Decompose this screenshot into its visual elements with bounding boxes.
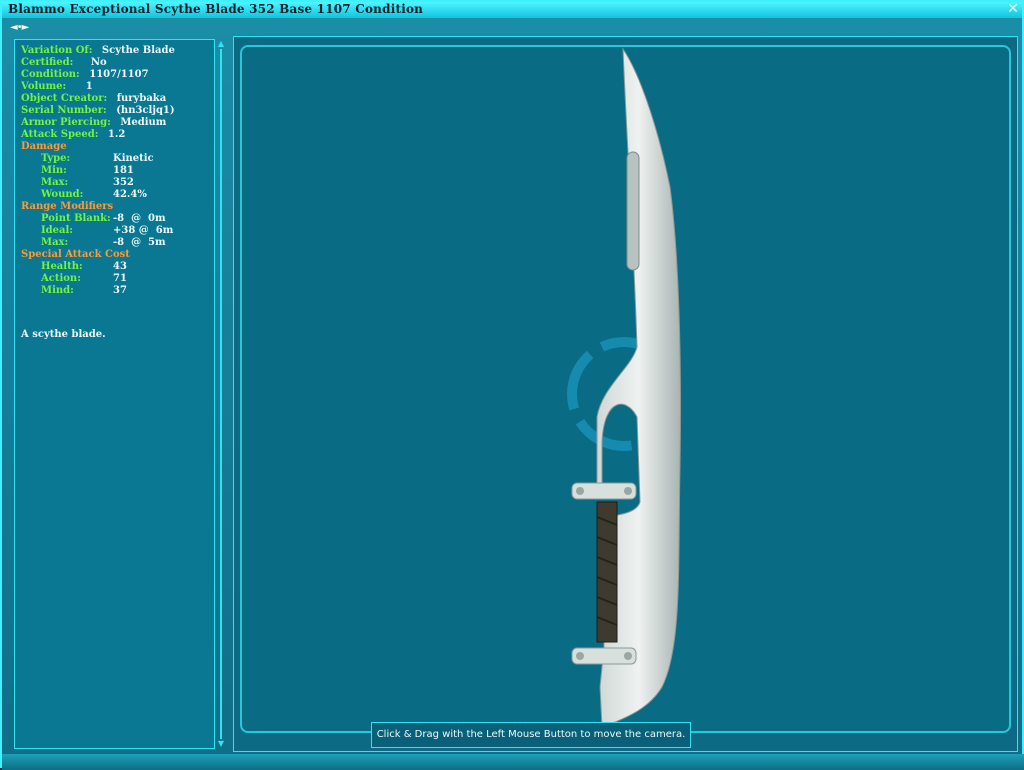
scroll-up-icon[interactable]: ▲ xyxy=(216,39,226,49)
attr-label: Max: xyxy=(41,237,69,248)
close-icon[interactable]: ✕ xyxy=(1006,2,1020,16)
model-viewer[interactable] xyxy=(240,45,1011,733)
attr-value: 37 xyxy=(113,285,127,296)
scythe-blade-model xyxy=(567,47,682,728)
scroll-down-icon[interactable]: ▼ xyxy=(216,739,226,749)
attr-value: -8 @ 0m xyxy=(113,213,166,224)
attr-cost-mind: Mind: 37 xyxy=(21,285,175,297)
attr-value: Scythe Blade xyxy=(101,45,175,56)
attr-value: +38 @ 6m xyxy=(113,225,174,236)
attr-volume: Volume: 1 xyxy=(21,81,175,93)
attr-condition: Condition: 1107/1107 xyxy=(21,69,175,81)
section-damage: Damage xyxy=(21,141,175,153)
attr-cost-action: Action: 71 xyxy=(21,273,175,285)
attr-label: Ideal: xyxy=(41,225,74,236)
attr-value: furybaka xyxy=(116,93,167,104)
attr-damage-min: Min: 181 xyxy=(21,165,175,177)
attr-value: 42.4% xyxy=(113,189,147,200)
attr-label: Min: xyxy=(41,165,67,176)
attr-label: Condition: xyxy=(21,69,80,80)
attr-label: Point Blank: xyxy=(41,213,111,224)
attr-damage-wound: Wound: 42.4% xyxy=(21,189,175,201)
attr-value: 71 xyxy=(113,273,127,284)
attr-label: Mind: xyxy=(41,285,74,296)
attr-value: 1107/1107 xyxy=(89,69,149,80)
item-description: A scythe blade. xyxy=(21,329,106,340)
attr-armor-piercing: Armor Piercing: Medium xyxy=(21,117,175,129)
attr-label: Certified: xyxy=(21,57,74,68)
section-range-modifiers: Range Modifiers xyxy=(21,201,175,213)
camera-hint-tooltip: Click & Drag with the Left Mouse Button … xyxy=(371,722,691,748)
attr-label: Action: xyxy=(41,273,81,284)
attr-attack-speed: Attack Speed: 1.2 xyxy=(21,129,175,141)
attr-label: Volume: xyxy=(21,81,67,92)
attr-range-point-blank: Point Blank: -8 @ 0m xyxy=(21,213,175,225)
attr-serial-number: Serial Number: (hn3cljq1) xyxy=(21,105,175,117)
nav-arrows-icon[interactable]: ◄•► xyxy=(10,22,42,34)
attr-value: -8 @ 5m xyxy=(113,237,166,248)
attr-label: Armor Piercing: xyxy=(21,117,111,128)
section-special-attack-cost: Special Attack Cost xyxy=(21,249,175,261)
attr-label: Attack Speed: xyxy=(21,129,99,140)
attr-value: Kinetic xyxy=(113,153,154,164)
attr-value: (hn3cljq1) xyxy=(116,105,175,116)
attr-range-ideal: Ideal: +38 @ 6m xyxy=(21,225,175,237)
attr-label: Health: xyxy=(41,261,83,272)
attr-damage-max: Max: 352 xyxy=(21,177,175,189)
attr-variation-of: Variation Of: Scythe Blade xyxy=(21,45,175,57)
attr-value: 352 xyxy=(113,177,134,188)
title-bar[interactable]: Blammo Exceptional Scythe Blade 352 Base… xyxy=(2,2,1022,18)
attr-object-creator: Object Creator: furybaka xyxy=(21,93,175,105)
attr-label: Object Creator: xyxy=(21,93,108,104)
attr-value: No xyxy=(90,57,107,68)
attr-range-max: Max: -8 @ 5m xyxy=(21,237,175,249)
attr-certified: Certified: No xyxy=(21,57,175,69)
scroll-track[interactable] xyxy=(220,49,222,739)
attr-value: 1.2 xyxy=(107,129,126,140)
section-heading: Damage xyxy=(21,141,67,152)
window-title: Blammo Exceptional Scythe Blade 352 Base… xyxy=(8,2,424,16)
attr-label: Max: xyxy=(41,177,69,188)
section-heading: Special Attack Cost xyxy=(21,249,130,260)
attr-value: Medium xyxy=(120,117,167,128)
attr-value: 1 xyxy=(85,81,93,92)
attr-value: 43 xyxy=(113,261,127,272)
attr-cost-health: Health: 43 xyxy=(21,261,175,273)
attributes-panel: Variation Of: Scythe Blade Certified: No… xyxy=(14,39,215,749)
attr-label: Variation Of: xyxy=(21,45,93,56)
blade-slot xyxy=(626,151,640,271)
model-viewer-frame xyxy=(233,36,1018,752)
attr-label: Wound: xyxy=(41,189,84,200)
attr-damage-type: Type: Kinetic xyxy=(21,153,175,165)
attributes-scrollbar[interactable]: ▲ ▼ xyxy=(216,39,226,749)
attribute-list: Variation Of: Scythe Blade Certified: No… xyxy=(21,45,175,297)
attr-label: Type: xyxy=(41,153,71,164)
attr-label: Serial Number: xyxy=(21,105,107,116)
attr-value: 181 xyxy=(113,165,134,176)
item-examine-window: Blammo Exceptional Scythe Blade 352 Base… xyxy=(0,0,1024,770)
section-heading: Range Modifiers xyxy=(21,201,114,212)
